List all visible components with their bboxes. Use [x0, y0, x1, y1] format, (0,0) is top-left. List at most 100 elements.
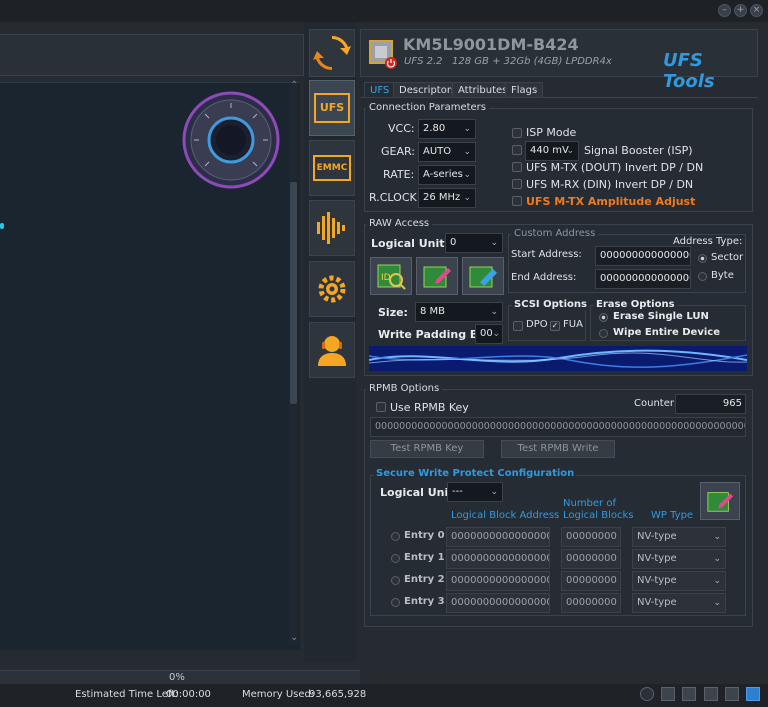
entry-radio[interactable] — [391, 576, 400, 585]
image-icon[interactable] — [661, 687, 675, 701]
gear-label: GEAR: — [381, 145, 416, 158]
entry-lba-input[interactable]: 0000000000000000 — [446, 571, 550, 591]
refresh-button[interactable] — [309, 29, 355, 77]
vcc-value: 2.80 — [423, 123, 446, 134]
raw-logical-unit-label: Logical Unit: — [371, 237, 449, 250]
entry-wp-select[interactable]: NV-type ⌄ — [632, 527, 726, 547]
swp-lu-value: --- — [452, 486, 463, 497]
mtx-amplitude-label: UFS M-TX Amplitude Adjust — [526, 195, 696, 208]
fua-checkbox[interactable]: ✓ — [550, 321, 560, 331]
entry-wp-select[interactable]: NV-type ⌄ — [632, 549, 726, 569]
entry-radio[interactable] — [391, 532, 400, 541]
erase-single-radio[interactable] — [599, 313, 608, 322]
size-label: Size: — [378, 306, 408, 319]
gear-value: AUTO — [423, 146, 452, 157]
rclock-label: R.CLOCK: — [369, 191, 421, 204]
chevron-down-icon: ⌄ — [490, 307, 498, 317]
entry-lba-input[interactable]: 0000000000000000 — [446, 549, 550, 569]
end-address-input[interactable]: 0000000000000000 — [595, 269, 691, 289]
nav-emmc[interactable]: EMMC — [309, 140, 355, 196]
swp-logical-unit-select[interactable]: --- ⌄ — [447, 482, 503, 502]
fua-label: FUA — [563, 319, 583, 330]
terminal-icon[interactable] — [682, 687, 696, 701]
mrx-invert-label: UFS M-RX (DIN) Invert DP / DN — [526, 178, 694, 191]
close-icon[interactable]: × — [750, 4, 763, 17]
read-button[interactable]: ID — [370, 257, 412, 295]
entry-nlb-input[interactable]: 00000000 — [561, 549, 621, 569]
speed-gauge-icon — [182, 91, 280, 189]
scroll-up-icon[interactable]: ⌃ — [290, 80, 298, 91]
signal-booster-checkbox[interactable] — [512, 145, 522, 155]
grid-icon[interactable] — [704, 687, 718, 701]
col-wp-header: WP Type — [651, 510, 694, 521]
test-rpmb-write-button[interactable]: Test RPMB Write — [501, 440, 615, 458]
entry-nlb-input[interactable]: 00000000 — [561, 571, 621, 591]
entry-radio[interactable] — [391, 598, 400, 607]
test-rpmb-key-button[interactable]: Test RPMB Key — [370, 440, 484, 458]
chevron-down-icon: ⌄ — [463, 170, 471, 180]
col-nlb-header-2: Logical Blocks — [563, 510, 634, 521]
chevron-down-icon: ⌄ — [566, 146, 574, 156]
home-icon[interactable] — [746, 687, 760, 701]
erase-button[interactable] — [462, 257, 504, 295]
raw-access-title: RAW Access — [366, 218, 433, 229]
entry-lba-input[interactable]: 0000000000000000 — [446, 593, 550, 613]
padding-select[interactable]: 00 ⌄ — [475, 324, 503, 344]
device-header: KM5L9001DM-B424 UFS 2.2 128 GB + 32Gb (4… — [360, 29, 758, 92]
rpmb-key-input[interactable]: 0000000000000000000000000000000000000000… — [370, 417, 746, 437]
nav-settings[interactable] — [309, 261, 355, 317]
isp-mode-checkbox[interactable] — [512, 128, 522, 138]
gear-select[interactable]: AUTO ⌄ — [418, 142, 476, 162]
wipe-all-label: Wipe Entire Device — [613, 327, 720, 338]
sector-radio[interactable] — [698, 254, 707, 263]
entry-wp-select[interactable]: NV-type ⌄ — [632, 571, 726, 591]
vcc-select[interactable]: 2.80 ⌄ — [418, 119, 476, 139]
mtx-invert-checkbox[interactable] — [512, 162, 522, 172]
size-select[interactable]: 8 MB ⌄ — [415, 302, 503, 322]
signal-booster-label: Signal Booster (ISP) — [584, 144, 693, 157]
use-rpmb-key-checkbox[interactable] — [376, 402, 386, 412]
raw-logical-unit-select[interactable]: 0 ⌄ — [445, 233, 503, 253]
entry-wp-value: NV-type — [637, 553, 677, 564]
minimize-icon[interactable]: – — [718, 4, 731, 17]
mrx-invert-checkbox[interactable] — [512, 179, 522, 189]
nav-support[interactable] — [309, 322, 355, 378]
scroll-down-icon[interactable]: ⌄ — [290, 632, 298, 643]
tab-ufs[interactable]: UFS — [364, 82, 396, 98]
padding-value: 00 — [480, 328, 493, 339]
swp-write-button[interactable] — [700, 482, 740, 520]
byte-radio[interactable] — [698, 272, 707, 281]
entry-lba-input[interactable]: 0000000000000000 — [446, 527, 550, 547]
chevron-down-icon: ⌄ — [490, 238, 498, 248]
chip-power-icon — [369, 40, 397, 69]
rate-select[interactable]: A-series ⌄ — [418, 165, 476, 185]
chevron-down-icon: ⌄ — [713, 532, 721, 542]
start-address-input[interactable]: 0000000000000000 — [595, 246, 691, 266]
counter-label: Counter: — [634, 398, 678, 409]
nav-ufs[interactable]: UFS — [309, 80, 355, 136]
entry-radio[interactable] — [391, 554, 400, 563]
wipe-all-radio[interactable] — [599, 329, 608, 338]
counter-input[interactable]: 965 — [675, 394, 746, 414]
mtx-amplitude-checkbox[interactable] — [512, 196, 522, 206]
dpo-checkbox[interactable] — [513, 321, 523, 331]
scsi-options-title: SCSI Options — [512, 299, 589, 310]
entry-nlb-input[interactable]: 00000000 — [561, 527, 621, 547]
chip-read-icon: ID — [377, 264, 406, 290]
entry-wp-select[interactable]: NV-type ⌄ — [632, 593, 726, 613]
camera-icon[interactable] — [725, 687, 739, 701]
booster-select[interactable]: 440 mV ⌄ — [525, 141, 579, 161]
brand-title: UFS Tools — [663, 50, 715, 92]
size-value: 8 MB — [420, 306, 446, 317]
sync-icon[interactable] — [640, 687, 654, 701]
nav-waveform[interactable] — [309, 200, 355, 256]
log-scroll-thumb[interactable] — [290, 182, 297, 404]
write-button[interactable] — [416, 257, 458, 295]
device-model: KM5L9001DM-B424 — [403, 35, 579, 54]
rpmb-title: RPMB Options — [366, 383, 443, 394]
tab-flags[interactable]: Flags — [505, 82, 544, 98]
rclock-select[interactable]: 26 MHz ⌄ — [418, 188, 476, 208]
erase-options-title: Erase Options — [594, 299, 677, 310]
maximize-icon[interactable]: + — [734, 4, 747, 17]
entry-nlb-input[interactable]: 00000000 — [561, 593, 621, 613]
